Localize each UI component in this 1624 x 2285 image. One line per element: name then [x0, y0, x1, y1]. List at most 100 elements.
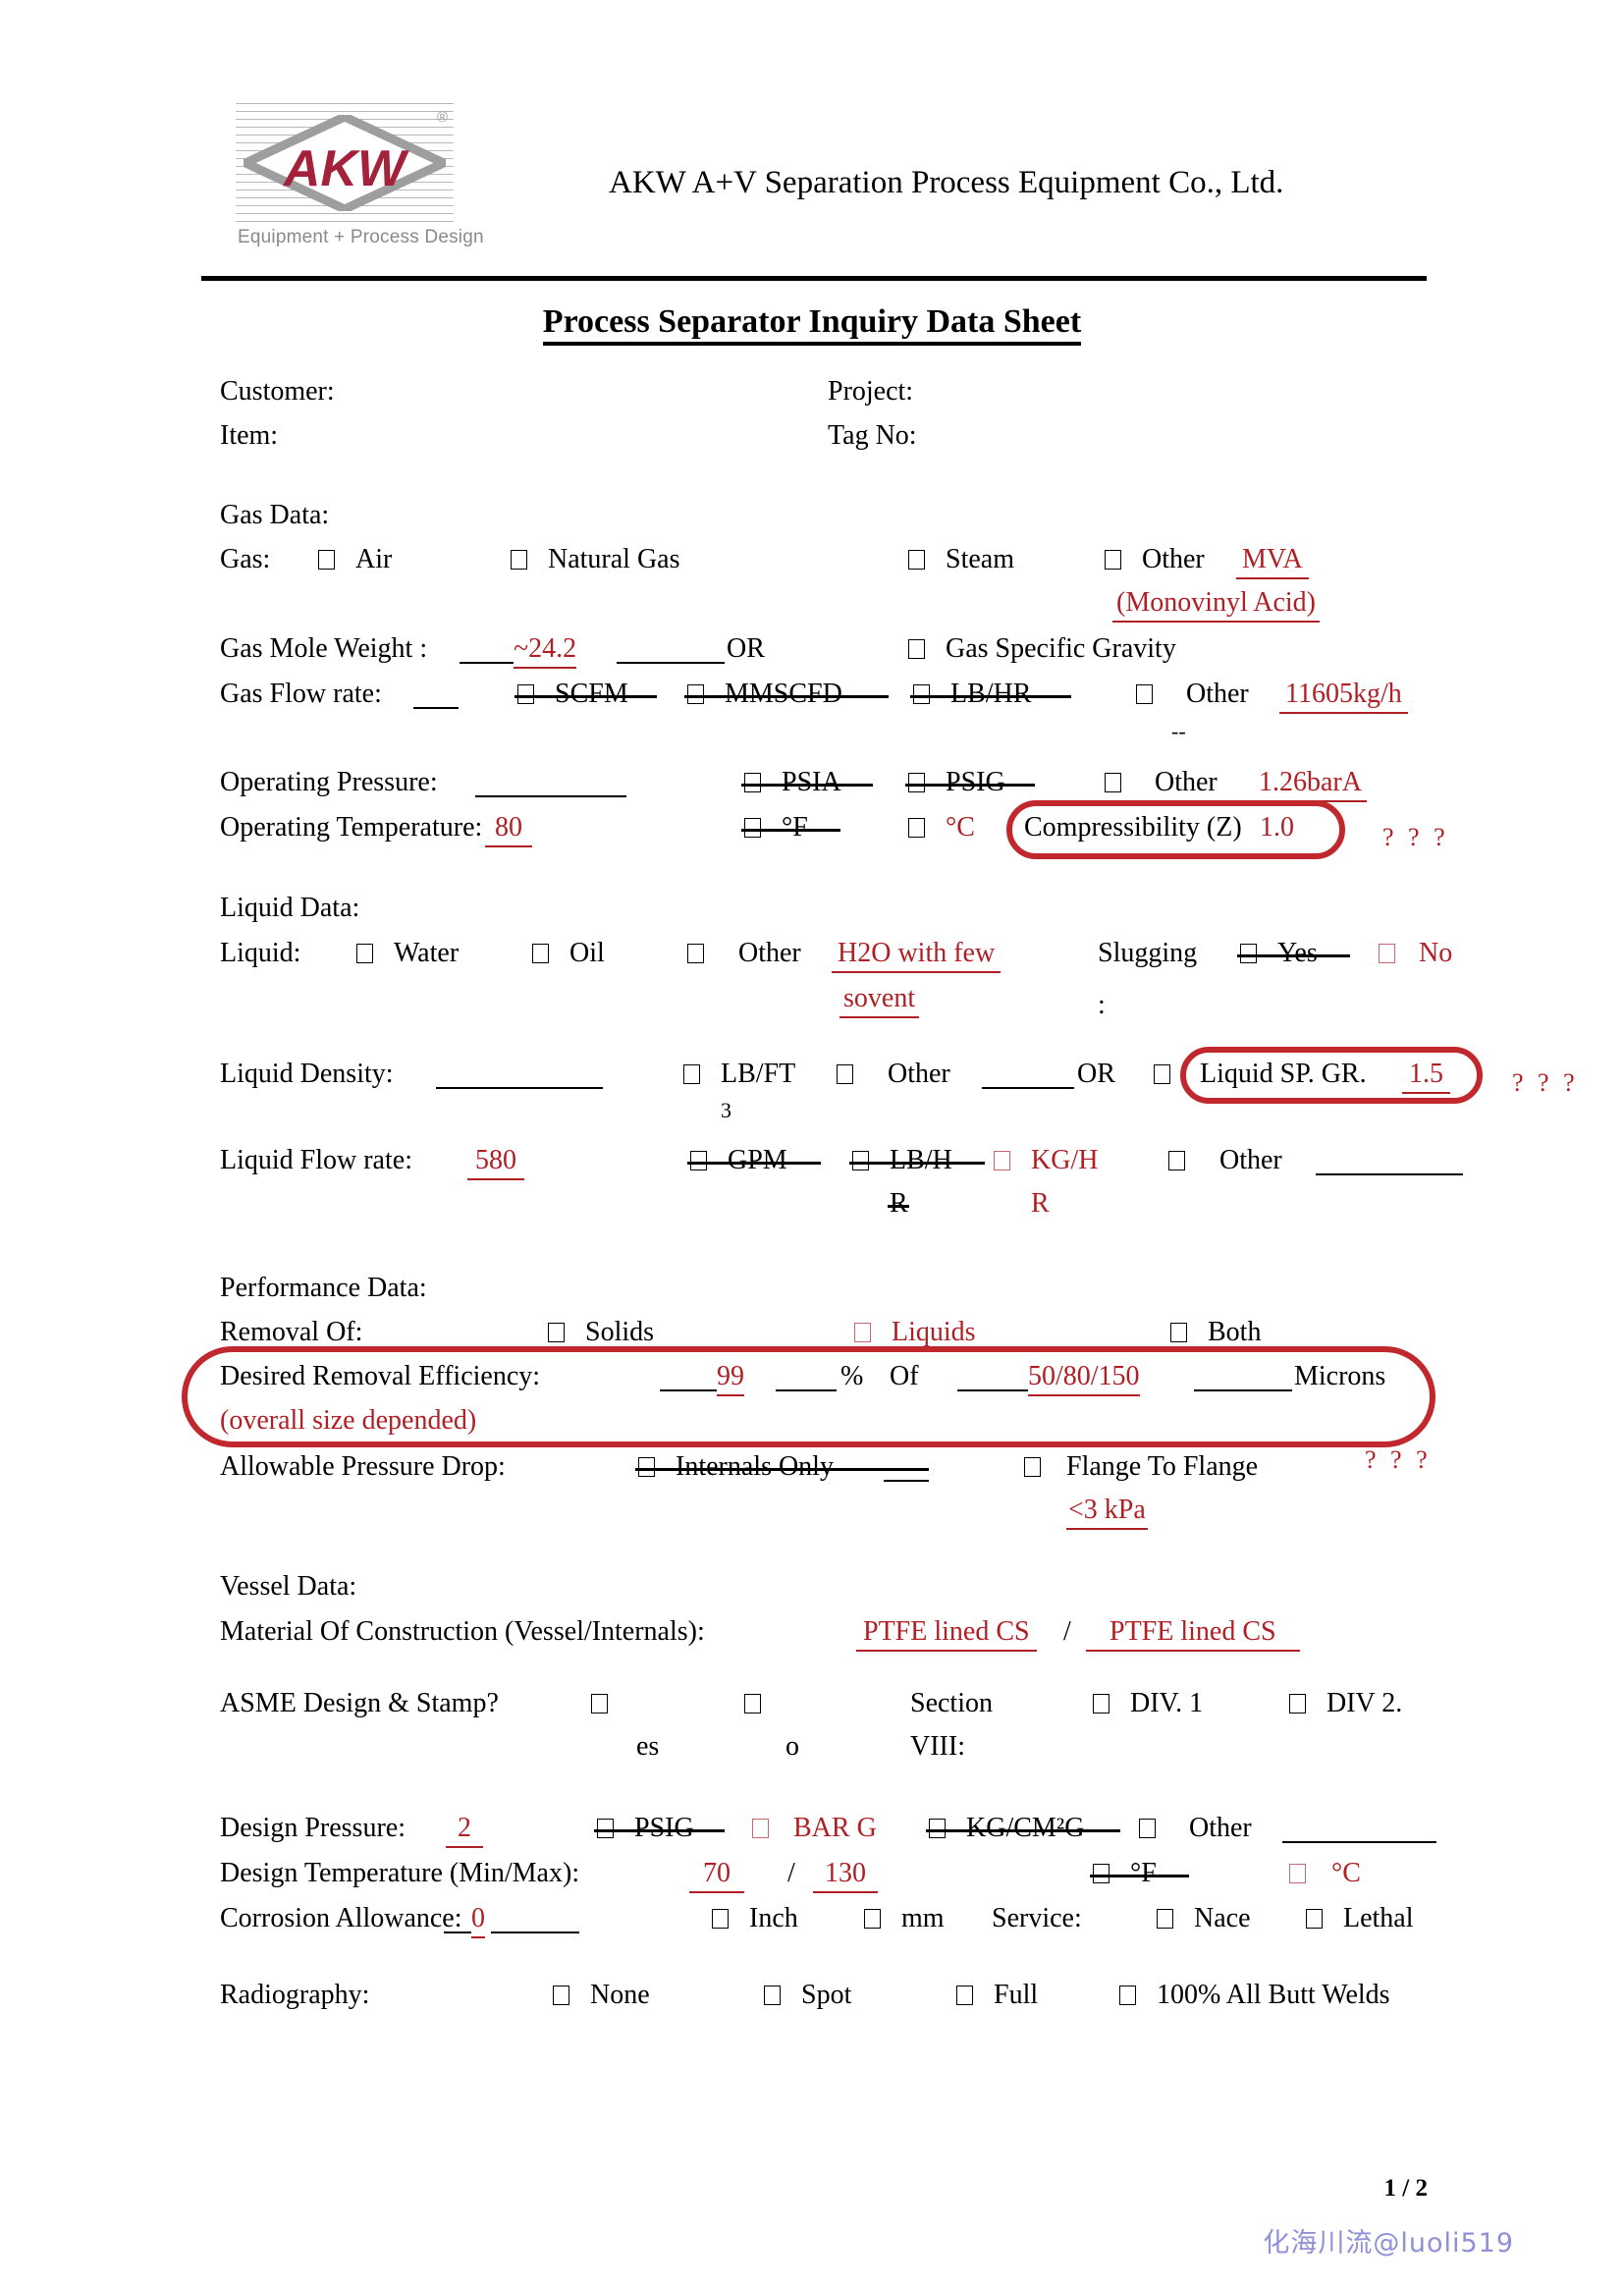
gas-flow-unit-other: Other — [1186, 679, 1249, 709]
checkbox-density-other[interactable] — [837, 1064, 853, 1084]
checkbox-pressure-drop-flange[interactable] — [1024, 1457, 1041, 1477]
checkbox-div1[interactable] — [1093, 1694, 1110, 1714]
design-pressure-label: Design Pressure: — [220, 1813, 406, 1843]
checkbox-density-lbft3[interactable] — [683, 1064, 700, 1084]
radiography-option-none: None — [590, 1980, 650, 2010]
checkbox-radiography-none[interactable] — [553, 1986, 569, 2005]
strikethrough-psia — [741, 784, 873, 787]
checkbox-radiography-spot[interactable] — [764, 1986, 781, 2005]
checkbox-service-nace[interactable] — [1157, 1909, 1173, 1929]
checkbox-design-pressure-barg[interactable] — [752, 1819, 769, 1838]
checkbox-removal-solids[interactable] — [548, 1323, 565, 1342]
strikethrough-lbhr-liquid-wrap — [888, 1205, 909, 1208]
checkbox-asme-no[interactable] — [744, 1694, 761, 1714]
liquid-flow-unit-lbhr: LB/H — [890, 1145, 952, 1175]
corrosion-blank-left[interactable] — [444, 1905, 471, 1933]
checkbox-design-pressure-kgcm2g[interactable] — [929, 1819, 946, 1838]
checkbox-liquid-flow-gpm[interactable] — [690, 1151, 707, 1170]
checkbox-div2[interactable] — [1289, 1694, 1306, 1714]
radiography-option-full: Full — [994, 1980, 1039, 2010]
checkbox-liquid-flow-other[interactable] — [1168, 1151, 1185, 1170]
checkbox-gas-other[interactable] — [1105, 550, 1121, 570]
operating-pressure-blank[interactable] — [475, 769, 626, 797]
checkbox-corrosion-mm[interactable] — [864, 1909, 881, 1929]
checkbox-gas-air[interactable] — [318, 550, 335, 570]
asme-no-label-wrap: o — [785, 1731, 799, 1762]
service-option-nace: Nace — [1194, 1903, 1251, 1933]
allowable-pressure-drop-label: Allowable Pressure Drop: — [220, 1451, 506, 1482]
vessel-data-section-label: Vessel Data: — [220, 1571, 357, 1602]
checkbox-slugging-yes[interactable] — [1240, 944, 1257, 963]
checkbox-op-pressure-other[interactable] — [1105, 773, 1121, 792]
slugging-no-label: No — [1419, 938, 1453, 968]
checkbox-corrosion-inch[interactable] — [712, 1909, 729, 1929]
gas-mole-weight-blank-right[interactable] — [617, 635, 725, 664]
liquid-other-value-line2: sovent — [839, 985, 920, 1018]
page-title: Process Separator Inquiry Data Sheet — [0, 303, 1624, 346]
checkbox-gas-flow-scfm[interactable] — [517, 684, 534, 704]
strikethrough-design-kgcm2g — [926, 1829, 1120, 1832]
checkbox-pressure-drop-internals[interactable] — [638, 1457, 655, 1477]
checkbox-radiography-100pct[interactable] — [1119, 1986, 1136, 2005]
density-other-blank[interactable] — [982, 1061, 1074, 1089]
checkbox-op-pressure-psig[interactable] — [908, 773, 925, 792]
customer-label: Customer: — [220, 376, 335, 407]
liquid-other-value: H2O with few — [832, 940, 1001, 973]
checkbox-op-temp-fahrenheit[interactable] — [744, 818, 761, 838]
density-unit-other: Other — [888, 1059, 950, 1089]
gas-mole-weight-blank-left[interactable] — [460, 635, 514, 664]
op-pressure-unit-psig: PSIG — [946, 767, 1005, 797]
checkbox-gas-flow-mmscfd[interactable] — [687, 684, 704, 704]
logo-diamond-icon: AKW — [244, 115, 446, 211]
checkbox-gas-natural-gas[interactable] — [511, 550, 527, 570]
corrosion-allowance-value: 0 — [471, 1905, 485, 1938]
checkbox-asme-yes[interactable] — [591, 1694, 608, 1714]
strikethrough-mmscfd — [684, 695, 889, 698]
corrosion-blank-right[interactable] — [491, 1905, 579, 1933]
document-header: AKW ® Equipment + Process Design AKW A+V… — [0, 0, 1624, 295]
pressure-drop-flange-label: Flange To Flange — [1066, 1451, 1259, 1482]
liquid-flow-other-blank[interactable] — [1316, 1147, 1463, 1175]
op-temp-unit-fahrenheit: °F — [782, 812, 808, 843]
checkbox-removal-liquids[interactable] — [854, 1323, 871, 1342]
checkbox-liquid-oil[interactable] — [532, 944, 549, 963]
pressure-drop-internals-blank[interactable] — [884, 1453, 929, 1482]
checkbox-liquid-sp-gr[interactable] — [1154, 1064, 1170, 1084]
op-pressure-unit-psia: PSIA — [782, 767, 841, 797]
design-pressure-other-blank[interactable] — [1282, 1815, 1436, 1843]
liquid-flow-unit-kghr-wrap: R — [1031, 1188, 1050, 1219]
checkbox-gas-flow-other[interactable] — [1136, 684, 1153, 704]
checkbox-liquid-flow-kghr[interactable] — [994, 1151, 1010, 1170]
checkbox-gas-flow-lbhr[interactable] — [913, 684, 930, 704]
checkbox-service-lethal[interactable] — [1306, 1909, 1323, 1929]
checkbox-op-pressure-psia[interactable] — [744, 773, 761, 792]
op-pressure-other-value: 1.26barA — [1254, 769, 1367, 802]
gas-option-air: Air — [355, 544, 393, 574]
checkbox-liquid-other[interactable] — [687, 944, 704, 963]
liquid-density-blank[interactable] — [436, 1061, 603, 1089]
checkbox-radiography-full[interactable] — [956, 1986, 973, 2005]
density-unit-lbft3: LB/FT — [721, 1059, 796, 1089]
checkbox-gas-specific-gravity[interactable] — [908, 639, 925, 659]
checkbox-gas-steam[interactable] — [908, 550, 925, 570]
asme-design-stamp-label: ASME Design & Stamp? — [220, 1688, 499, 1718]
checkbox-slugging-no[interactable] — [1379, 944, 1395, 963]
gas-flow-unit-mmscfd: MMSCFD — [725, 679, 842, 709]
checkbox-design-temp-fahrenheit[interactable] — [1093, 1864, 1110, 1883]
annotation-oval-removal-efficiency — [182, 1346, 1435, 1447]
checkbox-design-temp-celsius[interactable] — [1289, 1864, 1306, 1883]
checkbox-design-pressure-other[interactable] — [1139, 1819, 1156, 1838]
annotation-oval-compressibility — [1006, 800, 1345, 859]
checkbox-design-pressure-psig[interactable] — [597, 1819, 614, 1838]
gas-flow-rate-blank[interactable] — [413, 680, 459, 709]
checkbox-removal-both[interactable] — [1170, 1323, 1187, 1342]
liquid-flow-unit-gpm: GPM — [728, 1145, 787, 1175]
checkbox-liquid-water[interactable] — [356, 944, 373, 963]
op-temp-unit-celsius: °C — [946, 812, 975, 843]
liquid-label: Liquid: — [220, 938, 301, 968]
liquid-option-other: Other — [738, 938, 801, 968]
page-number: 1 / 2 — [1383, 2175, 1428, 2202]
checkbox-liquid-flow-lbhr[interactable] — [852, 1151, 869, 1170]
checkbox-op-temp-celsius[interactable] — [908, 818, 925, 838]
corrosion-unit-inch: Inch — [749, 1903, 798, 1933]
